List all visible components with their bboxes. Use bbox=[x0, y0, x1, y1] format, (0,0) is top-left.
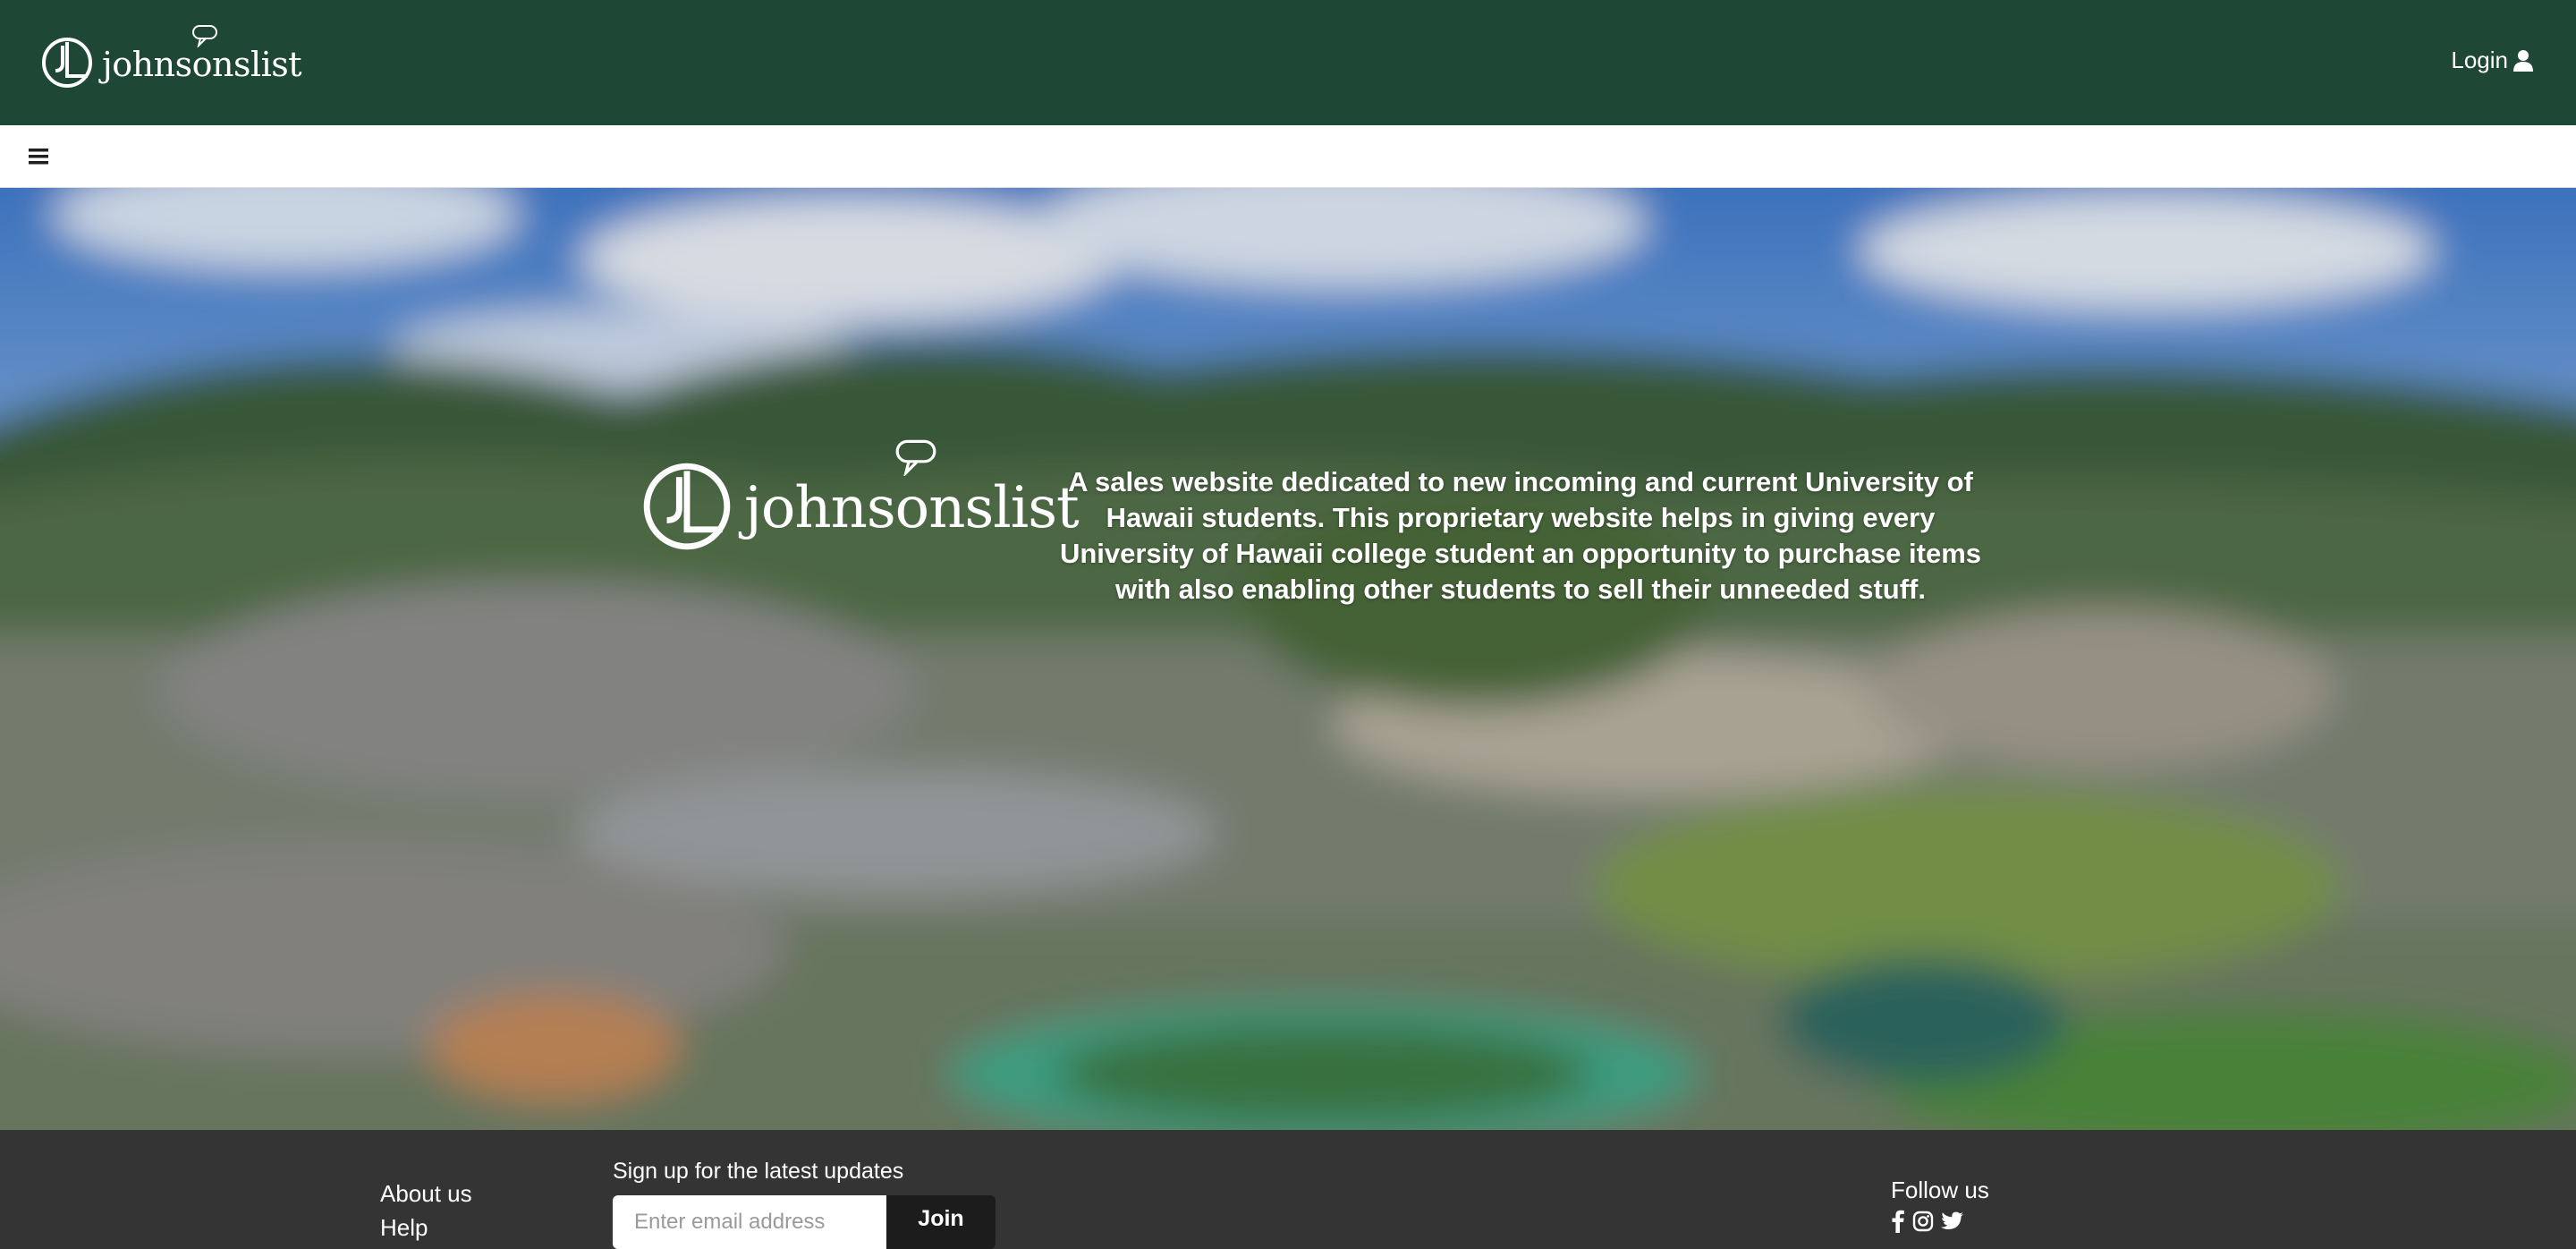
site-footer: About us Help Sign up for the latest upd… bbox=[0, 1130, 2576, 1249]
header-brand-name: johnsonslist bbox=[102, 25, 302, 81]
facebook-icon[interactable] bbox=[1891, 1210, 1905, 1233]
hero-banner: johnsonslist A sales website dedicated t… bbox=[0, 188, 2576, 1130]
user-icon bbox=[2513, 50, 2533, 72]
login-button[interactable]: Login bbox=[2451, 47, 2535, 74]
hero-logo: johnsonslist bbox=[642, 439, 1080, 551]
secondary-nav bbox=[0, 125, 2576, 188]
join-button[interactable]: Join bbox=[886, 1195, 996, 1249]
top-header: johnsonslist Login bbox=[0, 0, 2576, 125]
hero-content: johnsonslist A sales website dedicated t… bbox=[0, 188, 2576, 1130]
logo-mark-icon bbox=[42, 38, 92, 88]
footer-links: About us Help bbox=[380, 1177, 472, 1245]
help-link[interactable]: Help bbox=[380, 1211, 472, 1245]
logo-mark-icon bbox=[643, 463, 731, 550]
hero-brand-name: johnsonslist bbox=[744, 439, 1080, 537]
follow-us-label: Follow us bbox=[1891, 1177, 1989, 1203]
signup-form: Join bbox=[613, 1195, 996, 1249]
login-label: Login bbox=[2451, 46, 2508, 73]
instagram-icon[interactable] bbox=[1912, 1211, 1934, 1232]
speech-bubble-icon bbox=[895, 439, 936, 476]
social-icons bbox=[1891, 1210, 1989, 1233]
email-input[interactable] bbox=[613, 1195, 886, 1249]
newsletter-signup: Sign up for the latest updates Join bbox=[613, 1159, 996, 1249]
speech-bubble-icon bbox=[192, 25, 217, 47]
hero-description: A sales website dedicated to new incomin… bbox=[1059, 466, 1982, 605]
about-us-link[interactable]: About us bbox=[380, 1177, 472, 1211]
header-logo[interactable]: johnsonslist bbox=[41, 25, 302, 89]
twitter-icon[interactable] bbox=[1941, 1211, 1964, 1231]
follow-us: Follow us bbox=[1891, 1177, 1989, 1233]
signup-label: Sign up for the latest updates bbox=[613, 1159, 904, 1184]
hamburger-menu-icon[interactable] bbox=[29, 147, 50, 166]
